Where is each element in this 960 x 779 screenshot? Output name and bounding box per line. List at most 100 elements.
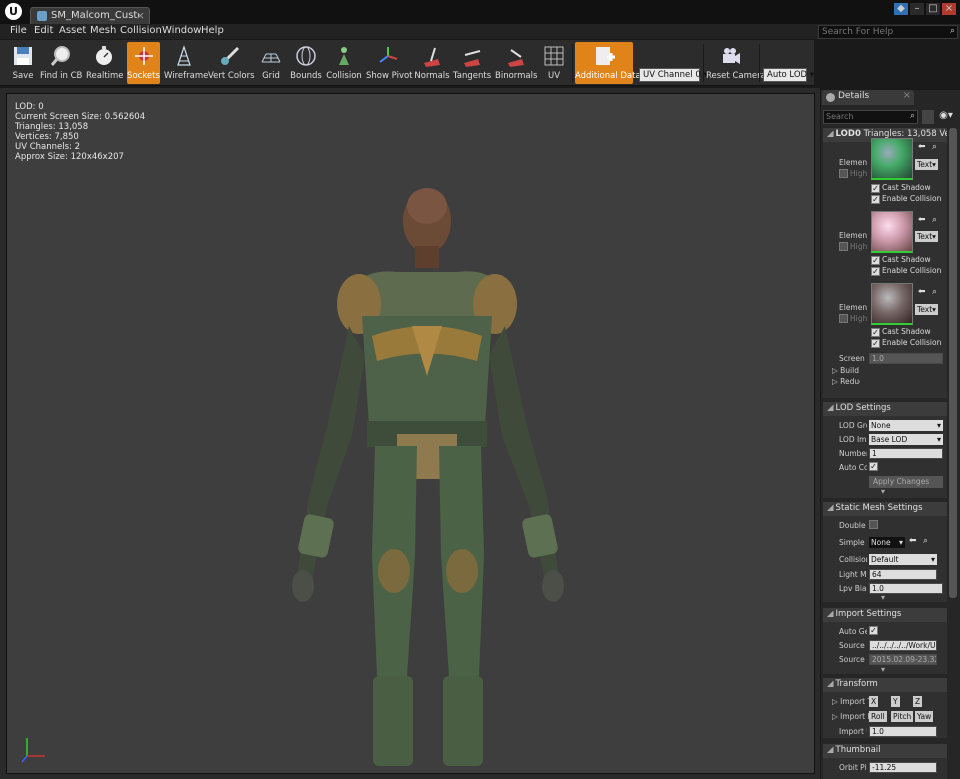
browse-icon[interactable]: ⌕ <box>932 215 937 225</box>
menu-file[interactable]: File <box>10 25 27 36</box>
translation-x-input[interactable]: X <box>869 696 879 707</box>
find-in-cb-button[interactable]: Find in CB <box>40 42 82 84</box>
rotation-roll-input[interactable]: Roll <box>869 711 887 722</box>
binormals-button[interactable]: Binormals <box>495 42 537 84</box>
browse-icon[interactable]: ⌕ <box>932 287 937 297</box>
uv-button[interactable]: UV <box>540 42 568 84</box>
orbit-pitch-input[interactable]: -11.25 <box>869 762 937 773</box>
static-mesh-settings-header[interactable]: ◢ Static Mesh Settings <box>823 502 947 516</box>
close-details-icon[interactable]: × <box>903 90 911 101</box>
close-tab-icon[interactable]: × <box>136 9 145 22</box>
close-window-button[interactable]: × <box>942 3 956 15</box>
vert-colors-button[interactable]: Vert Colors <box>208 42 255 84</box>
element-1-enable-collision-checkbox[interactable]: ✓ <box>871 267 880 276</box>
material-0-thumbnail[interactable] <box>871 138 913 180</box>
collision-button[interactable]: Collision <box>326 42 362 84</box>
use-selected-arrow-icon[interactable]: ⬅ <box>918 142 926 152</box>
help-search-input[interactable]: Search For Help ⌕ <box>818 25 958 39</box>
realtime-button[interactable]: Realtime <box>86 42 124 84</box>
asset-tab[interactable]: SM_Malcom_Customizatio × <box>30 7 150 24</box>
rotation-yaw-input[interactable]: Yaw <box>915 711 934 722</box>
element-1-cast-shadow-label: Cast Shadow <box>882 255 931 264</box>
translation-z-input[interactable]: Z <box>913 696 923 707</box>
use-selected-arrow-icon[interactable]: ⬅ <box>918 287 926 297</box>
bounds-label: Bounds <box>290 71 322 81</box>
element-1-high-checkbox[interactable] <box>839 242 848 251</box>
minimize-button[interactable]: – <box>910 3 924 15</box>
import-translation-label[interactable]: ▷ Import T <box>832 697 870 706</box>
collision-complexity-select[interactable]: Default <box>869 554 937 565</box>
notification-icon[interactable]: ◆ <box>894 3 908 15</box>
lod-import-select[interactable]: Base LOD <box>869 434 943 445</box>
view-options-eye-icon[interactable]: ◉▾ <box>937 110 955 124</box>
element-0-high-checkbox[interactable] <box>839 169 848 178</box>
normals-button[interactable]: Normals <box>414 42 450 84</box>
reset-camera-button[interactable]: Reset Camera <box>706 42 766 84</box>
bounds-icon <box>296 46 316 66</box>
screen-size-input[interactable]: 1.0 <box>869 353 943 364</box>
uv-icon <box>544 46 564 66</box>
lod-select[interactable]: Auto LOD ▾ <box>763 68 814 82</box>
number-of-lods-input[interactable]: 1 <box>869 448 943 459</box>
uv-label: UV <box>547 71 561 81</box>
expand-advanced-icon[interactable]: ▾ <box>881 665 885 674</box>
save-button[interactable]: Save <box>8 42 38 84</box>
additional-data-button[interactable]: Additional Data <box>575 42 641 84</box>
element-2-high-checkbox[interactable] <box>839 314 848 323</box>
menu-edit[interactable]: Edit <box>34 25 53 36</box>
details-scroll-area[interactable]: ◢LOD0 Triangles: 13,058 Vertices: Elemen… <box>823 128 947 779</box>
lod-group-select[interactable]: None <box>869 420 943 431</box>
translation-y-input[interactable]: Y <box>891 696 900 707</box>
use-selected-arrow-icon[interactable]: ⬅ <box>909 536 917 546</box>
import-rotation-label[interactable]: ▷ Import R <box>832 712 870 721</box>
rotation-pitch-input[interactable]: Pitch <box>891 711 914 722</box>
element-1-text-button[interactable]: Text▾ <box>915 231 938 242</box>
transform-header[interactable]: ◢ Transform <box>823 678 947 692</box>
menu-mesh[interactable]: Mesh <box>90 25 116 36</box>
details-scrollbar[interactable] <box>949 128 957 598</box>
grid-button[interactable]: Grid <box>256 42 286 84</box>
bounds-button[interactable]: Bounds <box>290 42 322 84</box>
browse-icon[interactable]: ⌕ <box>932 142 937 152</box>
build-settings-expander[interactable]: ▷ Build Se <box>832 366 860 375</box>
details-search-input[interactable]: Search ⌕ <box>823 110 918 124</box>
menu-help[interactable]: Help <box>201 25 224 36</box>
element-2-enable-collision-checkbox[interactable]: ✓ <box>871 339 880 348</box>
uv-channel-select[interactable]: UV Channel 0 ▾ <box>639 68 708 82</box>
menu-collision[interactable]: Collision <box>120 25 162 36</box>
use-selected-arrow-icon[interactable]: ⬅ <box>918 215 926 225</box>
sockets-button[interactable]: Sockets <box>127 42 160 84</box>
simple-collision-select[interactable]: None <box>869 537 905 548</box>
element-1-cast-shadow-checkbox[interactable]: ✓ <box>871 256 880 265</box>
material-1-thumbnail[interactable] <box>871 211 913 253</box>
auto-compute-checkbox[interactable]: ✓ <box>869 462 878 471</box>
element-0-text-button[interactable]: Text▾ <box>915 159 938 170</box>
show-pivot-button[interactable]: Show Pivot <box>366 42 413 84</box>
property-matrix-icon[interactable] <box>922 110 934 124</box>
double-sided-checkbox[interactable] <box>869 520 878 529</box>
element-2-text-button[interactable]: Text▾ <box>915 304 938 315</box>
light-map-resolution-input[interactable]: 64 <box>869 569 937 580</box>
menu-window[interactable]: Window <box>162 25 201 36</box>
menu-asset[interactable]: Asset <box>59 25 86 36</box>
mesh-viewport[interactable]: LOD: 0 Current Screen Size: 0.562604 Tri… <box>6 93 815 774</box>
expand-advanced-icon[interactable]: ▾ <box>881 487 885 496</box>
maximize-button[interactable]: □ <box>926 3 940 15</box>
wireframe-button[interactable]: Wireframe <box>164 42 208 84</box>
material-2-thumbnail[interactable] <box>871 283 913 325</box>
source-file-input[interactable]: ../../../../../Work/U <box>869 640 937 651</box>
thumbnail-header[interactable]: ◢ Thumbnail <box>823 744 947 758</box>
auto-generate-checkbox[interactable]: ✓ <box>869 626 878 635</box>
import-uniform-scale-input[interactable]: 1.0 <box>869 726 937 737</box>
lod-settings-header[interactable]: ◢ LOD Settings <box>823 402 947 416</box>
menu-bar: File Edit Asset Mesh Collision Window He… <box>0 24 960 39</box>
expand-advanced-icon[interactable]: ▾ <box>881 593 885 602</box>
browse-icon[interactable]: ⌕ <box>923 536 928 546</box>
element-0-enable-collision-checkbox[interactable]: ✓ <box>871 195 880 204</box>
element-0-cast-shadow-checkbox[interactable]: ✓ <box>871 184 880 193</box>
import-settings-header[interactable]: ◢ Import Settings <box>823 608 947 622</box>
reduction-settings-expander[interactable]: ▷ Reductio <box>832 377 860 386</box>
details-tab[interactable]: Details × <box>822 90 914 105</box>
element-2-cast-shadow-checkbox[interactable]: ✓ <box>871 328 880 337</box>
tangents-button[interactable]: Tangents <box>453 42 491 84</box>
